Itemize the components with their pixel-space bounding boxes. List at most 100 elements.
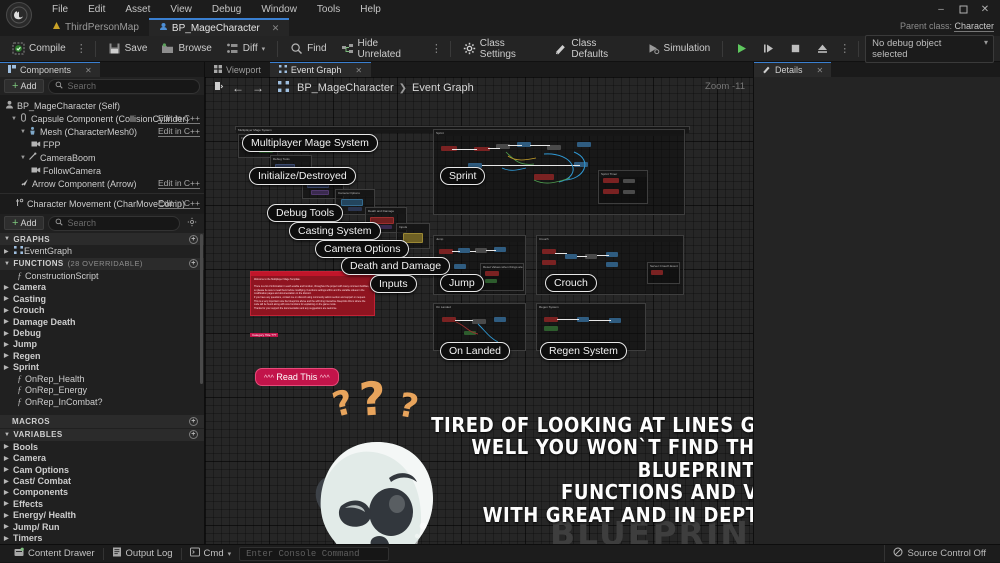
simulation-button[interactable]: Simulation	[641, 39, 717, 58]
callout-jump[interactable]: Jump	[440, 274, 484, 292]
my-blueprint-category-energy-health[interactable]: ▶ Energy/ Health	[0, 510, 204, 521]
graph-node[interactable]	[606, 262, 618, 267]
menu-asset[interactable]: Asset	[115, 2, 160, 17]
chevron-right-icon[interactable]: ▶	[4, 307, 13, 314]
graph-options-icon[interactable]	[213, 81, 224, 95]
graph-node[interactable]	[623, 190, 635, 194]
graph-node[interactable]	[544, 326, 558, 331]
asset-tab-thirdpersonmap[interactable]: ThirdPersonMap	[42, 18, 149, 36]
graph-node[interactable]	[542, 249, 556, 254]
my-blueprint-category-sprint[interactable]: ▶ Sprint	[0, 362, 204, 373]
chevron-right-icon[interactable]: ▶	[4, 295, 13, 302]
parent-class-value[interactable]: Character	[954, 21, 994, 32]
my-blueprint-category-regen[interactable]: ▶ Regen	[0, 350, 204, 361]
chevron-right-icon[interactable]: ▶	[4, 330, 13, 337]
nav-forward-button[interactable]: →	[252, 81, 264, 95]
breadcrumb-leaf[interactable]: Event Graph	[412, 82, 474, 94]
gear-icon[interactable]	[184, 217, 200, 230]
section-graphs[interactable]: ▼ GRAPHS +	[0, 233, 204, 246]
console-command-input[interactable]: Enter Console Command	[239, 546, 390, 561]
compile-options-icon[interactable]: ⋮	[74, 42, 89, 55]
component-row-capsule[interactable]: ▼ Capsule Component (CollisionCylinder) …	[0, 112, 204, 125]
my-blueprint-item-constructionscript[interactable]: ƒ ConstructionScript	[0, 270, 204, 281]
hide-unrelated-options-icon[interactable]: ⋮	[429, 42, 444, 55]
tab-viewport[interactable]: Viewport	[205, 62, 270, 77]
my-blueprint-category-jump[interactable]: ▶ Jump	[0, 339, 204, 350]
close-icon[interactable]: ✕	[817, 66, 824, 75]
edit-in-cpp-link[interactable]: Edit in C++	[157, 198, 200, 209]
my-blueprint-category-damage-death[interactable]: ▶ Damage Death	[0, 316, 204, 327]
my-blueprint-item-onrep-health[interactable]: ƒ OnRep_Health	[0, 373, 204, 384]
graph-node[interactable]	[544, 317, 558, 322]
minimize-icon[interactable]: –	[930, 1, 952, 17]
component-row-charactermovement[interactable]: Character Movement (CharMoveComp) Edit i…	[0, 197, 204, 210]
component-row-arrow[interactable]: Arrow Component (Arrow) Edit in C++	[0, 177, 204, 190]
chevron-right-icon[interactable]: ▶	[4, 248, 13, 255]
menu-window[interactable]: Window	[251, 2, 307, 17]
callout-on-landed[interactable]: On Landed	[440, 342, 510, 360]
graph-subcomment[interactable]: Reset Values when things are about to en…	[480, 263, 524, 291]
details-body[interactable]	[754, 77, 1000, 544]
find-button[interactable]: Find	[284, 39, 332, 58]
graph-node[interactable]	[651, 270, 663, 275]
menu-view[interactable]: View	[160, 2, 202, 17]
step-button[interactable]	[756, 39, 781, 58]
component-row-cameraboom[interactable]: ▼ CameraBoom	[0, 151, 204, 164]
chevron-right-icon[interactable]: ▶	[4, 523, 13, 530]
callout-multiplayer-mage-system[interactable]: Multiplayer Mage System	[242, 134, 378, 152]
graph-node[interactable]	[311, 190, 329, 195]
graph-node[interactable]	[565, 254, 577, 259]
add-function-icon[interactable]: +	[189, 259, 198, 269]
chevron-down-icon[interactable]: ▼	[10, 116, 18, 122]
callout-inputs[interactable]: Inputs	[370, 275, 417, 293]
graph-node[interactable]	[485, 271, 499, 276]
component-row-mesh[interactable]: ▼ Mesh (CharacterMesh0) Edit in C++	[0, 125, 204, 138]
chevron-right-icon[interactable]: ▶	[4, 352, 13, 359]
graph-node[interactable]	[341, 199, 363, 206]
graph-subcomment[interactable]: Server Crouch Event	[647, 262, 680, 284]
compile-button[interactable]: Compile	[6, 39, 72, 58]
my-blueprint-category-jump-run[interactable]: ▶ Jump/ Run	[0, 521, 204, 532]
add-variable-icon[interactable]: +	[189, 430, 198, 440]
play-button[interactable]	[729, 39, 754, 58]
menu-edit[interactable]: Edit	[78, 2, 115, 17]
play-options-icon[interactable]: ⋮	[837, 42, 852, 55]
add-graph-icon[interactable]: +	[189, 234, 198, 244]
chevron-right-icon[interactable]: ▶	[4, 318, 13, 325]
eject-button[interactable]	[810, 39, 835, 58]
graph-comment-welcome-red[interactable]: Welcome to the Multiplayer Mage Template…	[250, 271, 375, 316]
my-blueprint-category-camera[interactable]: ▶ Camera	[0, 282, 204, 293]
callout-crouch[interactable]: Crouch	[545, 274, 597, 292]
chevron-right-icon[interactable]: ▶	[4, 500, 13, 507]
my-blueprint-search-input[interactable]: Search	[48, 215, 180, 231]
my-blueprint-scrollbar[interactable]	[200, 234, 203, 384]
chevron-right-icon[interactable]: ▶	[4, 341, 13, 348]
tab-components[interactable]: Components ✕	[0, 62, 100, 77]
callout-debug-tools[interactable]: Debug Tools	[267, 204, 344, 222]
event-graph-canvas[interactable]: ← → BP_MageCharacter ❯ Event Graph Zoom …	[205, 77, 753, 544]
output-log-button[interactable]: Output Log	[104, 545, 181, 562]
add-component-button[interactable]: + Add	[4, 79, 45, 93]
chevron-right-icon[interactable]: ▶	[4, 364, 13, 371]
my-blueprint-category-crouch[interactable]: ▶ Crouch	[0, 304, 204, 315]
component-row-fpp[interactable]: FPP	[0, 138, 204, 151]
my-blueprint-category-cam-options[interactable]: ▶ Cam Options	[0, 464, 204, 475]
chevron-right-icon[interactable]: ▶	[4, 478, 13, 485]
menu-tools[interactable]: Tools	[307, 2, 350, 17]
menu-debug[interactable]: Debug	[202, 2, 251, 17]
graph-node[interactable]	[454, 264, 466, 269]
component-row-followcamera[interactable]: FollowCamera	[0, 164, 204, 177]
chevron-right-icon[interactable]: ▶	[4, 535, 13, 542]
callout-sprint[interactable]: Sprint	[440, 167, 486, 185]
graph-node[interactable]	[542, 260, 556, 265]
chevron-right-icon[interactable]: ▶	[4, 512, 13, 519]
components-search-input[interactable]: Search	[48, 78, 200, 94]
chevron-right-icon[interactable]: ▶	[4, 443, 13, 450]
class-defaults-button[interactable]: Class Defaults	[548, 35, 638, 63]
close-icon[interactable]: ✕	[355, 66, 362, 75]
hide-unrelated-button[interactable]: Hide Unrelated	[335, 35, 427, 63]
my-blueprint-category-timers[interactable]: ▶ Timers	[0, 533, 204, 544]
section-macros[interactable]: ▶ MACROS +	[0, 415, 204, 428]
callout-camera-options[interactable]: Camera Options	[315, 240, 410, 258]
content-drawer-button[interactable]: Content Drawer	[6, 545, 103, 562]
